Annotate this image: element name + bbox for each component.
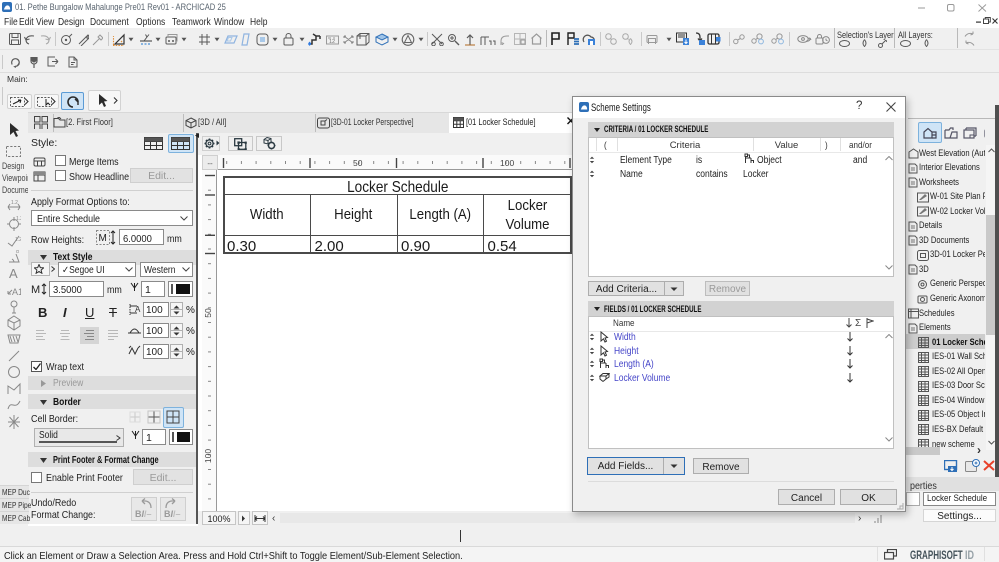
svg-text:M: M (99, 233, 107, 244)
svg-text:A1: A1 (12, 287, 21, 297)
svg-text:12: 12 (329, 39, 335, 45)
svg-text:1.2: 1.2 (15, 237, 21, 243)
svg-text:50: 50 (203, 308, 213, 318)
svg-text:M: M (31, 284, 40, 295)
svg-text:α: α (16, 250, 19, 255)
svg-text:1.2: 1.2 (11, 200, 18, 206)
svg-text:A: A (9, 266, 18, 281)
svg-text:A: A (135, 305, 141, 314)
svg-text:50: 50 (353, 158, 363, 168)
svg-text:100: 100 (500, 158, 514, 168)
svg-text:1.2: 1.2 (16, 216, 21, 222)
svg-text:100: 100 (203, 449, 213, 463)
